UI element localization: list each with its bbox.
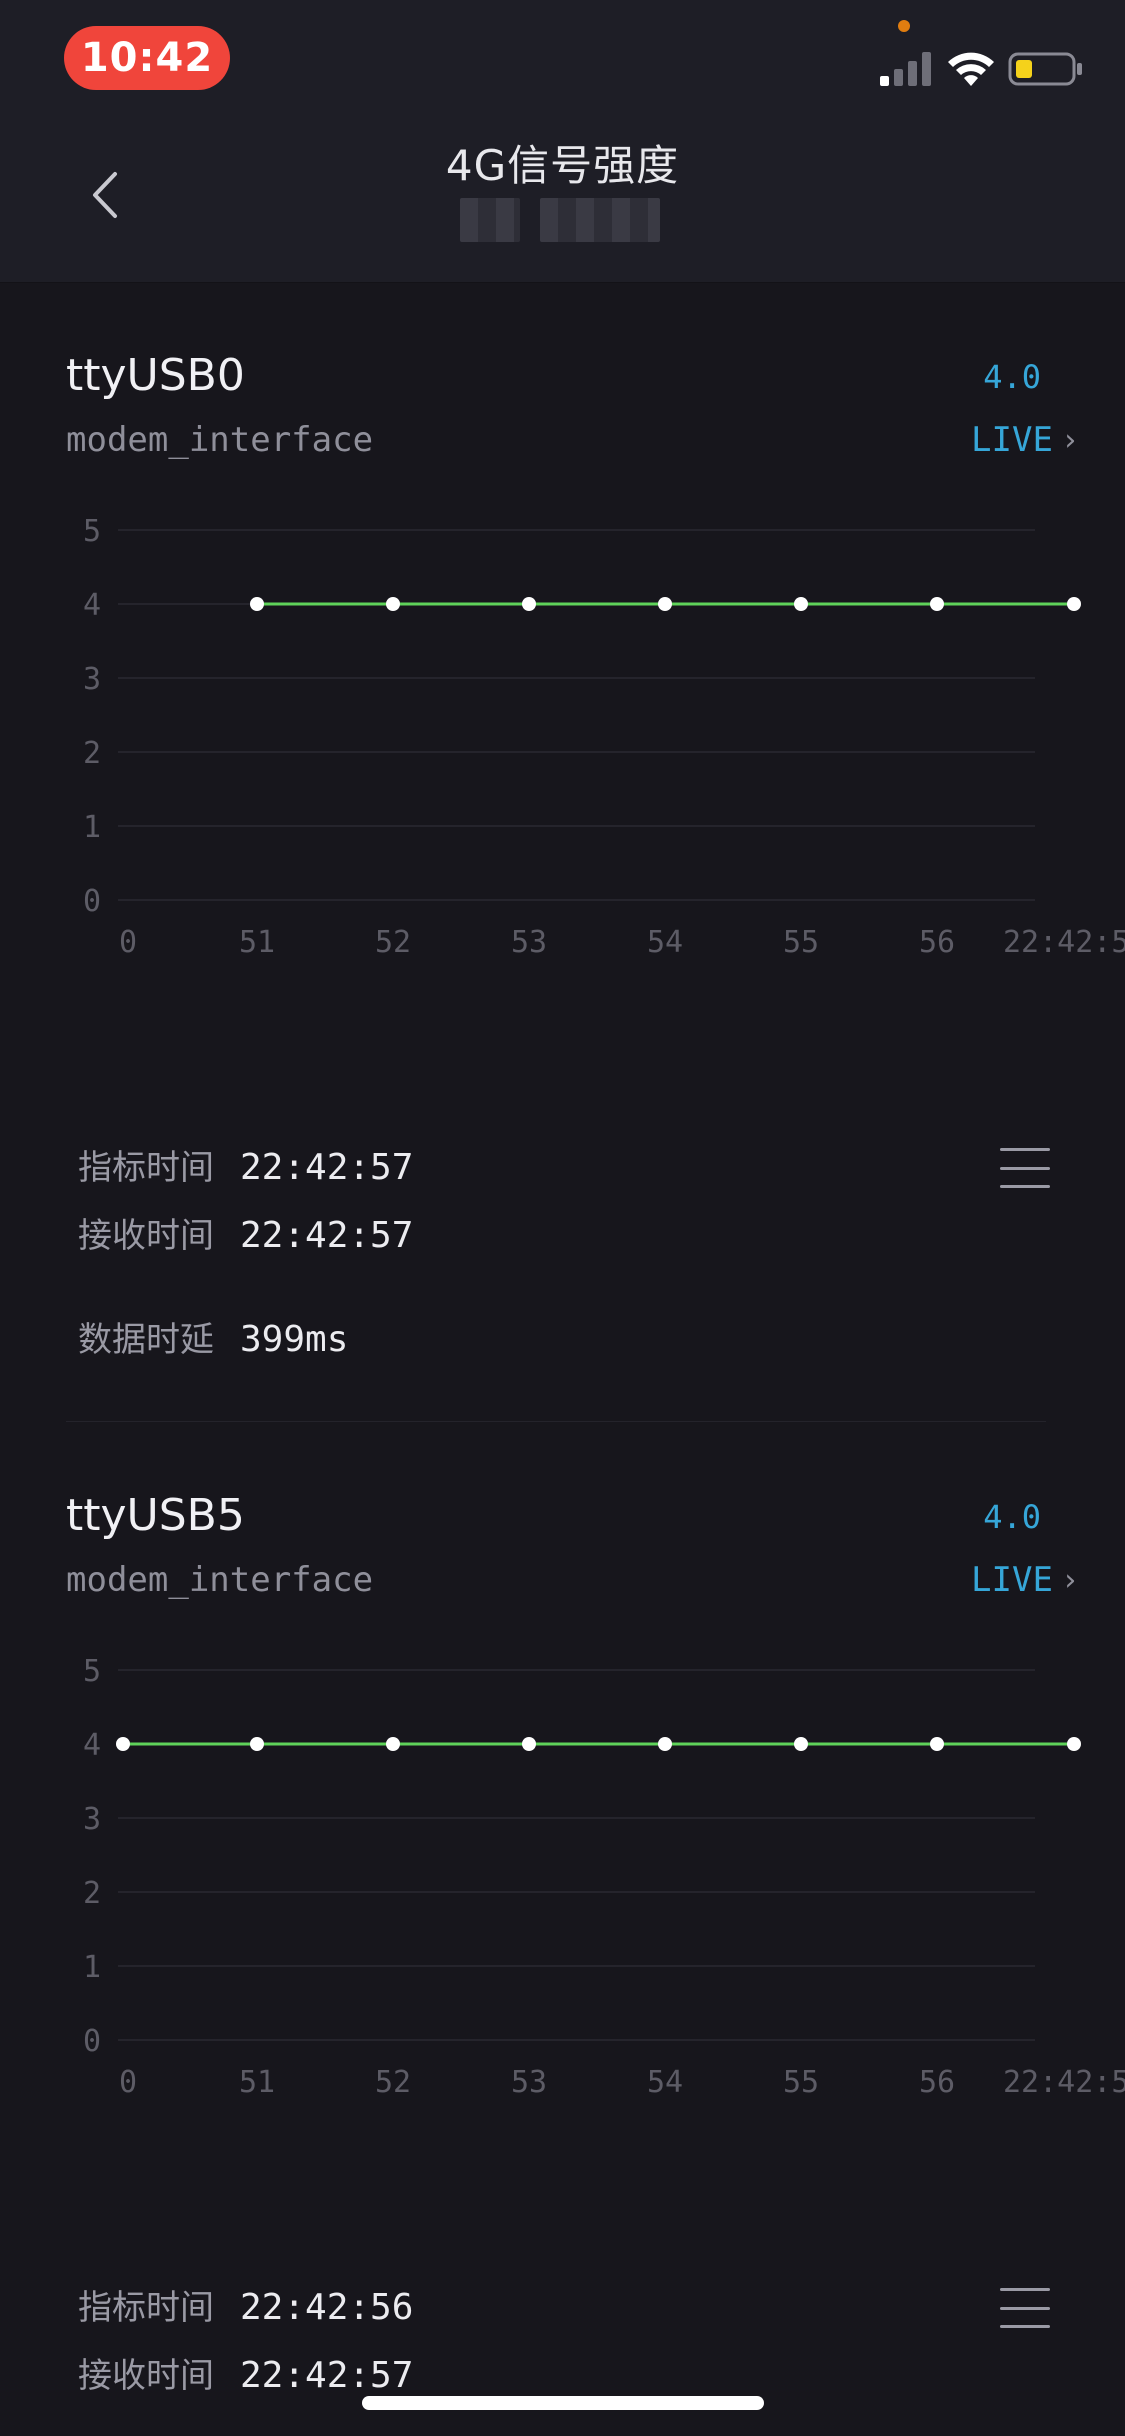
y-tick-label: 5 [83,1654,101,1689]
y-tick-label: 1 [83,810,101,845]
redacted-subtitle [460,198,680,242]
chart-svg: 0123450 51 52 53 54 55 56 22:42:5 [83,1654,1125,2100]
metric-time-value: 22:42:56 [240,2287,414,2328]
live-link[interactable]: LIVE › [971,420,1079,460]
menu-line [1000,1148,1050,1151]
metric-time-row: 指标时间 22:42:56 [78,2280,413,2329]
chart-svg: 0123450 51 52 53 54 55 56 22:42:5 [83,514,1125,960]
y-tick-label: 4 [83,588,101,623]
home-indicator[interactable] [362,2396,764,2410]
y-tick-label: 0 [83,2024,101,2059]
device-name: ttyUSB5 [66,1490,245,1541]
interface-name: modem_interface [66,420,374,460]
x-tick-label: 22:42:5 [1003,2065,1125,2100]
menu-button[interactable] [1000,1148,1050,1188]
chevron-right-icon: › [1060,1562,1079,1598]
status-time: 10:42 [64,26,230,90]
screen: 10:42 4G信号强度 ttyUSB0 4.0 modem_interface… [0,0,1125,2436]
metric-time-value: 22:42:57 [240,1147,414,1188]
x-tick-label: 54 [647,925,683,960]
live-label: LIVE [971,1560,1053,1600]
metric-card-ttyusb5: ttyUSB5 4.0 modem_interface LIVE › 0 1 2 3 4… [0,1422,1125,2436]
wifi-icon [948,52,994,86]
latency-value: 399ms [240,1319,349,1360]
live-label: LIVE [971,420,1053,460]
live-link[interactable]: LIVE › [971,1560,1079,1600]
data-point[interactable] [522,1737,536,1751]
interface-name: modem_interface [66,1560,374,1600]
receive-time-row: 接收时间 22:42:57 [78,2348,413,2397]
top-bar: 10:42 4G信号强度 [0,0,1125,283]
receive-time-row: 接收时间 22:42:57 [78,1208,413,1257]
metric-card-ttyusb0: ttyUSB0 4.0 modem_interface LIVE › 0 1 2 3 4… [0,282,1125,1422]
y-tick-label: 1 [83,1950,101,1985]
line-chart-1: 0 1 2 3 4 5 0 51 52 53 54 55 56 22:42:5 [0,500,1125,1000]
x-tick-label: 52 [375,925,411,960]
x-tick-label: 56 [919,925,955,960]
x-tick-label: 0 [119,2065,137,2100]
metric-time-label: 指标时间 [78,2288,214,2328]
privacy-indicator-dot [898,20,910,32]
latency-row: 数据时延 399ms [78,1312,348,1361]
x-tick-label: 52 [375,2065,411,2100]
y-tick-label: 3 [83,662,101,697]
x-tick-label: 51 [239,925,275,960]
cellular-signal-icon [880,52,931,86]
y-tick-label: 0 [83,884,101,919]
battery-low-icon [1008,52,1082,86]
y-tick-label: 4 [83,1728,101,1763]
current-value: 4.0 [983,1498,1041,1536]
receive-time-value: 22:42:57 [240,2355,414,2396]
data-point[interactable] [930,1737,944,1751]
y-tick-label: 2 [83,1876,101,1911]
receive-time-value: 22:42:57 [240,1215,414,1256]
page-title: 4G信号强度 [445,141,680,190]
x-tick-label: 55 [783,2065,819,2100]
latency-label: 数据时延 [78,1320,214,1360]
x-tick-label: 0 [119,925,137,960]
x-tick-label: 22:42:5 [1003,925,1125,960]
menu-line [1000,1185,1050,1188]
data-point[interactable] [1067,597,1081,611]
metric-time-row: 指标时间 22:42:57 [78,1140,413,1189]
metric-time-label: 指标时间 [78,1148,214,1188]
data-point[interactable] [930,597,944,611]
data-point[interactable] [658,1737,672,1751]
x-tick-label: 53 [511,925,547,960]
x-tick-label: 55 [783,925,819,960]
chevron-right-icon: › [1060,422,1079,458]
data-point[interactable] [386,1737,400,1751]
menu-line [1000,2288,1050,2291]
menu-line [1000,2306,1050,2310]
receive-time-label: 接收时间 [78,1216,214,1256]
y-tick-label: 2 [83,736,101,771]
menu-line [1000,1166,1050,1170]
y-tick-label: 5 [83,514,101,549]
data-point[interactable] [386,597,400,611]
x-tick-label: 56 [919,2065,955,2100]
menu-line [1000,2325,1050,2328]
line-chart-2: 0 1 2 3 4 5 0 51 52 53 54 55 56 22:42:5 [0,1640,1125,2140]
data-point[interactable] [658,597,672,611]
x-tick-label: 53 [511,2065,547,2100]
data-point[interactable] [794,1737,808,1751]
x-tick-label: 54 [647,2065,683,2100]
device-name: ttyUSB0 [66,350,245,401]
data-point[interactable] [116,1737,130,1751]
data-point[interactable] [1067,1737,1081,1751]
current-value: 4.0 [983,358,1041,396]
data-point[interactable] [522,597,536,611]
y-tick-label: 3 [83,1802,101,1837]
data-point[interactable] [250,597,264,611]
x-tick-label: 51 [239,2065,275,2100]
receive-time-label: 接收时间 [78,2356,214,2396]
data-point[interactable] [794,597,808,611]
data-point[interactable] [250,1737,264,1751]
menu-button[interactable] [1000,2288,1050,2328]
